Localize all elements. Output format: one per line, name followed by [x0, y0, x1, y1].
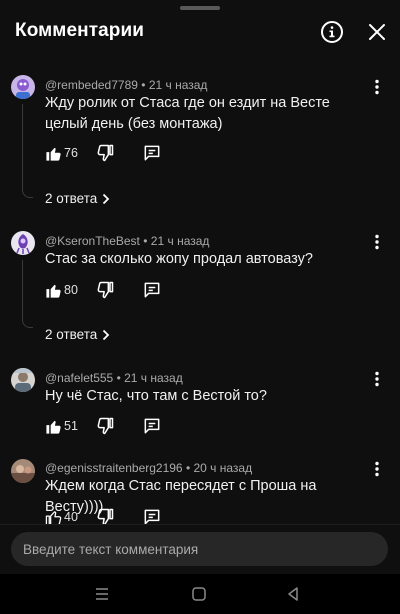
- comment-author[interactable]: @rembeded7789: [45, 78, 138, 92]
- separator-dot: •: [116, 371, 125, 385]
- comment-meta: @KseronTheBest • 21 ч назад: [45, 234, 209, 248]
- avatar[interactable]: [11, 75, 35, 99]
- thumb-down-icon[interactable]: [95, 278, 117, 302]
- avatar[interactable]: [11, 459, 35, 483]
- comment-time: 21 ч назад: [150, 234, 210, 248]
- drag-handle[interactable]: [180, 6, 220, 10]
- system-nav-bar: [0, 574, 400, 614]
- close-icon[interactable]: [365, 20, 389, 44]
- avatar[interactable]: [11, 231, 35, 255]
- reply-icon[interactable]: [142, 278, 164, 302]
- comment-text: Ну чё Стас, что там с Вестой то?: [45, 388, 267, 404]
- chevron-right-icon: [103, 193, 110, 204]
- page-title: Комментарии: [15, 20, 145, 41]
- thread-line: [22, 104, 33, 198]
- home-icon[interactable]: [191, 586, 207, 602]
- comment-author[interactable]: @nafelet555: [45, 371, 113, 385]
- chevron-right-icon: [103, 329, 110, 340]
- reply-icon[interactable]: [142, 505, 164, 524]
- comment-time: 20 ч назад: [193, 461, 253, 475]
- like-count: 40: [64, 510, 78, 524]
- comment-actions: 80: [45, 278, 245, 302]
- comment-input[interactable]: [11, 532, 388, 566]
- comment-author[interactable]: @KseronTheBest: [45, 234, 140, 248]
- comments-list: @rembeded7789 • 21 ч назад Жду ролик от …: [0, 64, 400, 524]
- replies-label: 2 ответа: [45, 191, 98, 206]
- thumb-up-icon: [46, 284, 61, 298]
- comment-meta: @rembeded7789 • 21 ч назад: [45, 78, 207, 92]
- comment-actions: 51: [45, 414, 245, 438]
- reply-icon[interactable]: [142, 141, 164, 165]
- like-count: 80: [64, 283, 78, 297]
- like-button[interactable]: 76: [45, 141, 78, 165]
- like-button[interactable]: 80: [45, 278, 78, 302]
- thumb-up-icon: [45, 510, 62, 524]
- comments-header: Комментарии: [0, 12, 400, 52]
- recent-apps-icon[interactable]: [94, 587, 110, 601]
- comment-actions: 76: [45, 141, 245, 165]
- separator-dot: •: [185, 461, 194, 475]
- like-count: 76: [64, 146, 78, 160]
- thumb-down-icon[interactable]: [95, 505, 117, 524]
- more-vert-icon[interactable]: [367, 232, 387, 252]
- comment-text: Стас за сколько жопу продал автовазу?: [45, 251, 313, 267]
- like-count: 51: [64, 419, 78, 433]
- comment-time: 21 ч назад: [124, 371, 183, 385]
- avatar[interactable]: [11, 368, 35, 392]
- like-button[interactable]: 51: [45, 414, 78, 438]
- thumb-down-icon[interactable]: [95, 414, 117, 438]
- comment-meta: @egenisstraitenberg2196 • 20 ч назад: [45, 461, 252, 475]
- comment-meta: @nafelet555 • 21 ч назад: [45, 371, 183, 385]
- comment-author[interactable]: @egenisstraitenberg2196: [45, 461, 183, 475]
- replies-link[interactable]: 2 ответа: [45, 327, 110, 342]
- back-icon[interactable]: [285, 586, 301, 602]
- thumb-down-icon[interactable]: [95, 141, 117, 165]
- comment-input-bar: [0, 524, 400, 574]
- comment-text: Жду ролик от Стаса где он ездит на Весте…: [45, 95, 330, 132]
- more-vert-icon[interactable]: [367, 369, 387, 389]
- comments-sheet: Комментарии @rembeded7789 • 21 ч назад Ж…: [0, 0, 400, 574]
- thread-line: [22, 260, 33, 328]
- info-icon[interactable]: [320, 20, 344, 44]
- replies-label: 2 ответа: [45, 327, 98, 342]
- comment-time: 21 ч назад: [148, 78, 208, 92]
- thumb-up-icon: [46, 420, 61, 434]
- separator-dot: •: [141, 78, 149, 92]
- more-vert-icon[interactable]: [367, 77, 387, 97]
- like-button[interactable]: 40: [45, 505, 78, 524]
- more-vert-icon[interactable]: [367, 459, 387, 479]
- separator-dot: •: [143, 234, 151, 248]
- replies-link[interactable]: 2 ответа: [45, 191, 110, 206]
- comment-actions: 40: [45, 505, 245, 524]
- reply-icon[interactable]: [142, 414, 164, 438]
- thumb-up-icon: [46, 147, 61, 161]
